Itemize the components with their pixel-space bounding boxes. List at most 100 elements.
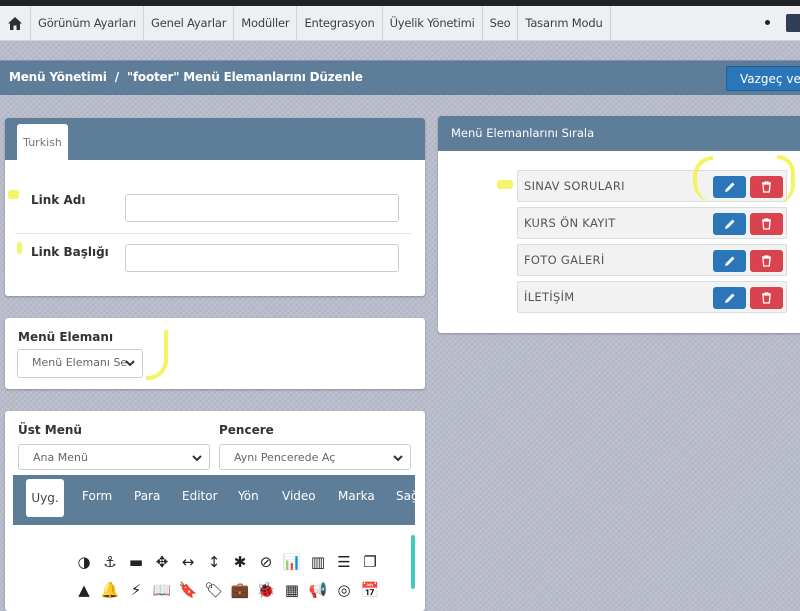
menu-item-row[interactable]: FOTO GALERİ [517, 244, 787, 276]
bullseye-icon[interactable]: ◎ [331, 581, 357, 599]
home-button[interactable] [0, 6, 31, 40]
menu-item-row[interactable]: SINAV SORULARI [517, 170, 787, 202]
bookmark-outline-icon[interactable]: 🏷 [201, 581, 227, 599]
menu-item-row[interactable]: KURS ÖN KAYIT [517, 207, 787, 239]
nav-item-appearance[interactable]: Görünüm Ayarları [31, 6, 145, 40]
nav-item-general[interactable]: Genel Ayarlar [144, 6, 235, 40]
bell-outline-icon[interactable]: 🔔 [97, 581, 123, 599]
highlight-mark [497, 180, 513, 189]
chevron-down-icon [125, 360, 135, 367]
edit-button[interactable] [713, 250, 746, 272]
sort-menu-panel: Menü Elemanlarını Sırala SINAV SORULARI … [438, 116, 800, 333]
menu-element-select[interactable]: Menü Elemanı Se [17, 349, 143, 378]
menu-item-label: SINAV SORULARI [524, 179, 625, 193]
home-icon [8, 16, 22, 30]
form-divider [15, 233, 412, 234]
icon-category-tabs: Uyg. Form Para Editor Yön Video Marka Sa… [13, 475, 415, 525]
delete-button[interactable] [750, 213, 783, 235]
link-name-label: Link Adı [31, 193, 86, 207]
window-select[interactable]: Aynı Pencerede Aç [219, 444, 411, 470]
tab-direction[interactable]: Yön [238, 489, 259, 503]
trash-icon [762, 218, 771, 230]
nav-item-seo[interactable]: Seo [483, 6, 519, 40]
building-icon[interactable]: ▦ [279, 581, 305, 599]
edit-button[interactable] [713, 213, 746, 235]
delete-button[interactable] [750, 287, 783, 309]
tab-editor[interactable]: Editor [182, 489, 218, 503]
nav-item-integration[interactable]: Entegrasyon [297, 6, 383, 40]
top-navigation: Görünüm Ayarları Genel Ayarlar Modüller … [0, 6, 800, 41]
tab-turkish[interactable]: Turkish [17, 124, 68, 160]
tab-app[interactable]: Uyg. [26, 479, 64, 517]
bookmark-icon[interactable]: 🔖 [175, 581, 201, 599]
menu-item-label: İLETİŞİM [524, 290, 575, 304]
bullhorn-icon[interactable]: 📢 [305, 581, 331, 599]
nav-item-modules[interactable]: Modüller [234, 6, 298, 40]
breadcrumb-current: "footer" Menü Elemanlarını Düzenle [126, 70, 363, 84]
highlight-mark [17, 242, 22, 254]
pencil-icon [724, 219, 734, 229]
icon-grid-scrollbar[interactable] [411, 535, 415, 589]
language-tab-bar: Turkish [5, 118, 425, 160]
breadcrumb-root[interactable]: Menü Yönetimi [9, 70, 107, 84]
tab-money[interactable]: Para [134, 489, 160, 503]
nav-item-membership[interactable]: Üyelik Yönetimi [383, 6, 483, 40]
parent-menu-label: Üst Menü [18, 423, 82, 437]
breadcrumb-separator: / [114, 70, 119, 84]
window-label: Pencere [219, 423, 274, 437]
nav-item-design-mode[interactable]: Tasarım Modu [518, 6, 611, 40]
arrows-icon[interactable]: ✥ [149, 553, 175, 571]
icon-grid-row-2: ▲ 🔔 ⚡ 📖 🔖 🏷 💼 🐞 ▦ 📢 ◎ 📅 [71, 581, 383, 599]
tab-form[interactable]: Form [82, 489, 112, 503]
anchor-icon[interactable]: ⚓ [97, 553, 123, 571]
link-title-input[interactable] [125, 244, 399, 272]
icon-grid-row-1: ◑ ⚓ ▬ ✥ ↔ ↕ ✱ ⊘ 📊 ▥ ☰ ❐ [71, 553, 383, 571]
adjust-icon[interactable]: ◑ [71, 553, 97, 571]
trash-icon [762, 255, 771, 267]
archive-icon[interactable]: ▬ [123, 553, 149, 571]
notification-dot-icon[interactable] [765, 20, 770, 25]
arrows-vertical-icon[interactable]: ↕ [201, 553, 227, 571]
bar-chart-icon[interactable]: 📊 [279, 553, 305, 571]
tab-video[interactable]: Video [282, 489, 316, 503]
bug-icon[interactable]: 🐞 [253, 581, 279, 599]
asterisk-icon[interactable]: ✱ [227, 553, 253, 571]
chevron-down-icon [393, 455, 403, 462]
briefcase-icon[interactable]: 💼 [227, 581, 253, 599]
page-header: Menü Yönetimi / "footer" Menü Elemanları… [0, 60, 800, 95]
bolt-icon[interactable]: ⚡ [123, 581, 149, 599]
delete-button[interactable] [750, 250, 783, 272]
screen-icon[interactable] [786, 14, 800, 32]
menu-options-panel: Üst Menü Ana Menü Pencere Aynı Pencerede… [5, 411, 425, 611]
menu-item-row[interactable]: İLETİŞİM [517, 281, 787, 313]
chevron-down-icon [192, 455, 202, 462]
window-value: Aynı Pencerede Aç [234, 451, 336, 464]
link-title-label: Link Başlığı [31, 245, 109, 259]
tab-more[interactable]: Sağ [396, 489, 415, 503]
sort-panel-header: Menü Elemanlarını Sırala [438, 116, 800, 151]
parent-menu-select[interactable]: Ana Menü [18, 444, 210, 470]
pencil-icon [724, 256, 734, 266]
highlight-mark [8, 190, 19, 199]
trash-icon [762, 292, 771, 304]
calendar-icon[interactable]: 📅 [357, 581, 383, 599]
trash-icon [762, 181, 771, 193]
pencil-icon [724, 182, 734, 192]
edit-button[interactable] [713, 176, 746, 198]
tab-brand[interactable]: Marka [338, 489, 375, 503]
cancel-button[interactable]: Vazgeç ve L [726, 66, 800, 91]
barcode-icon[interactable]: ▥ [305, 553, 331, 571]
link-name-input[interactable] [125, 194, 399, 222]
menu-element-panel: Menü Elemanı Menü Elemanı Se [5, 318, 425, 389]
beer-icon[interactable]: ❐ [357, 553, 383, 571]
bell-icon[interactable]: ▲ [71, 581, 97, 599]
arrows-horizontal-icon[interactable]: ↔ [175, 553, 201, 571]
menu-element-label: Menü Elemanı [18, 330, 114, 344]
link-form-panel: Turkish Link Adı Link Başlığı [5, 118, 425, 296]
pencil-icon [724, 293, 734, 303]
edit-button[interactable] [713, 287, 746, 309]
book-icon[interactable]: 📖 [149, 581, 175, 599]
bars-icon[interactable]: ☰ [331, 553, 357, 571]
menu-item-label: KURS ÖN KAYIT [524, 216, 616, 230]
ban-icon[interactable]: ⊘ [253, 553, 279, 571]
